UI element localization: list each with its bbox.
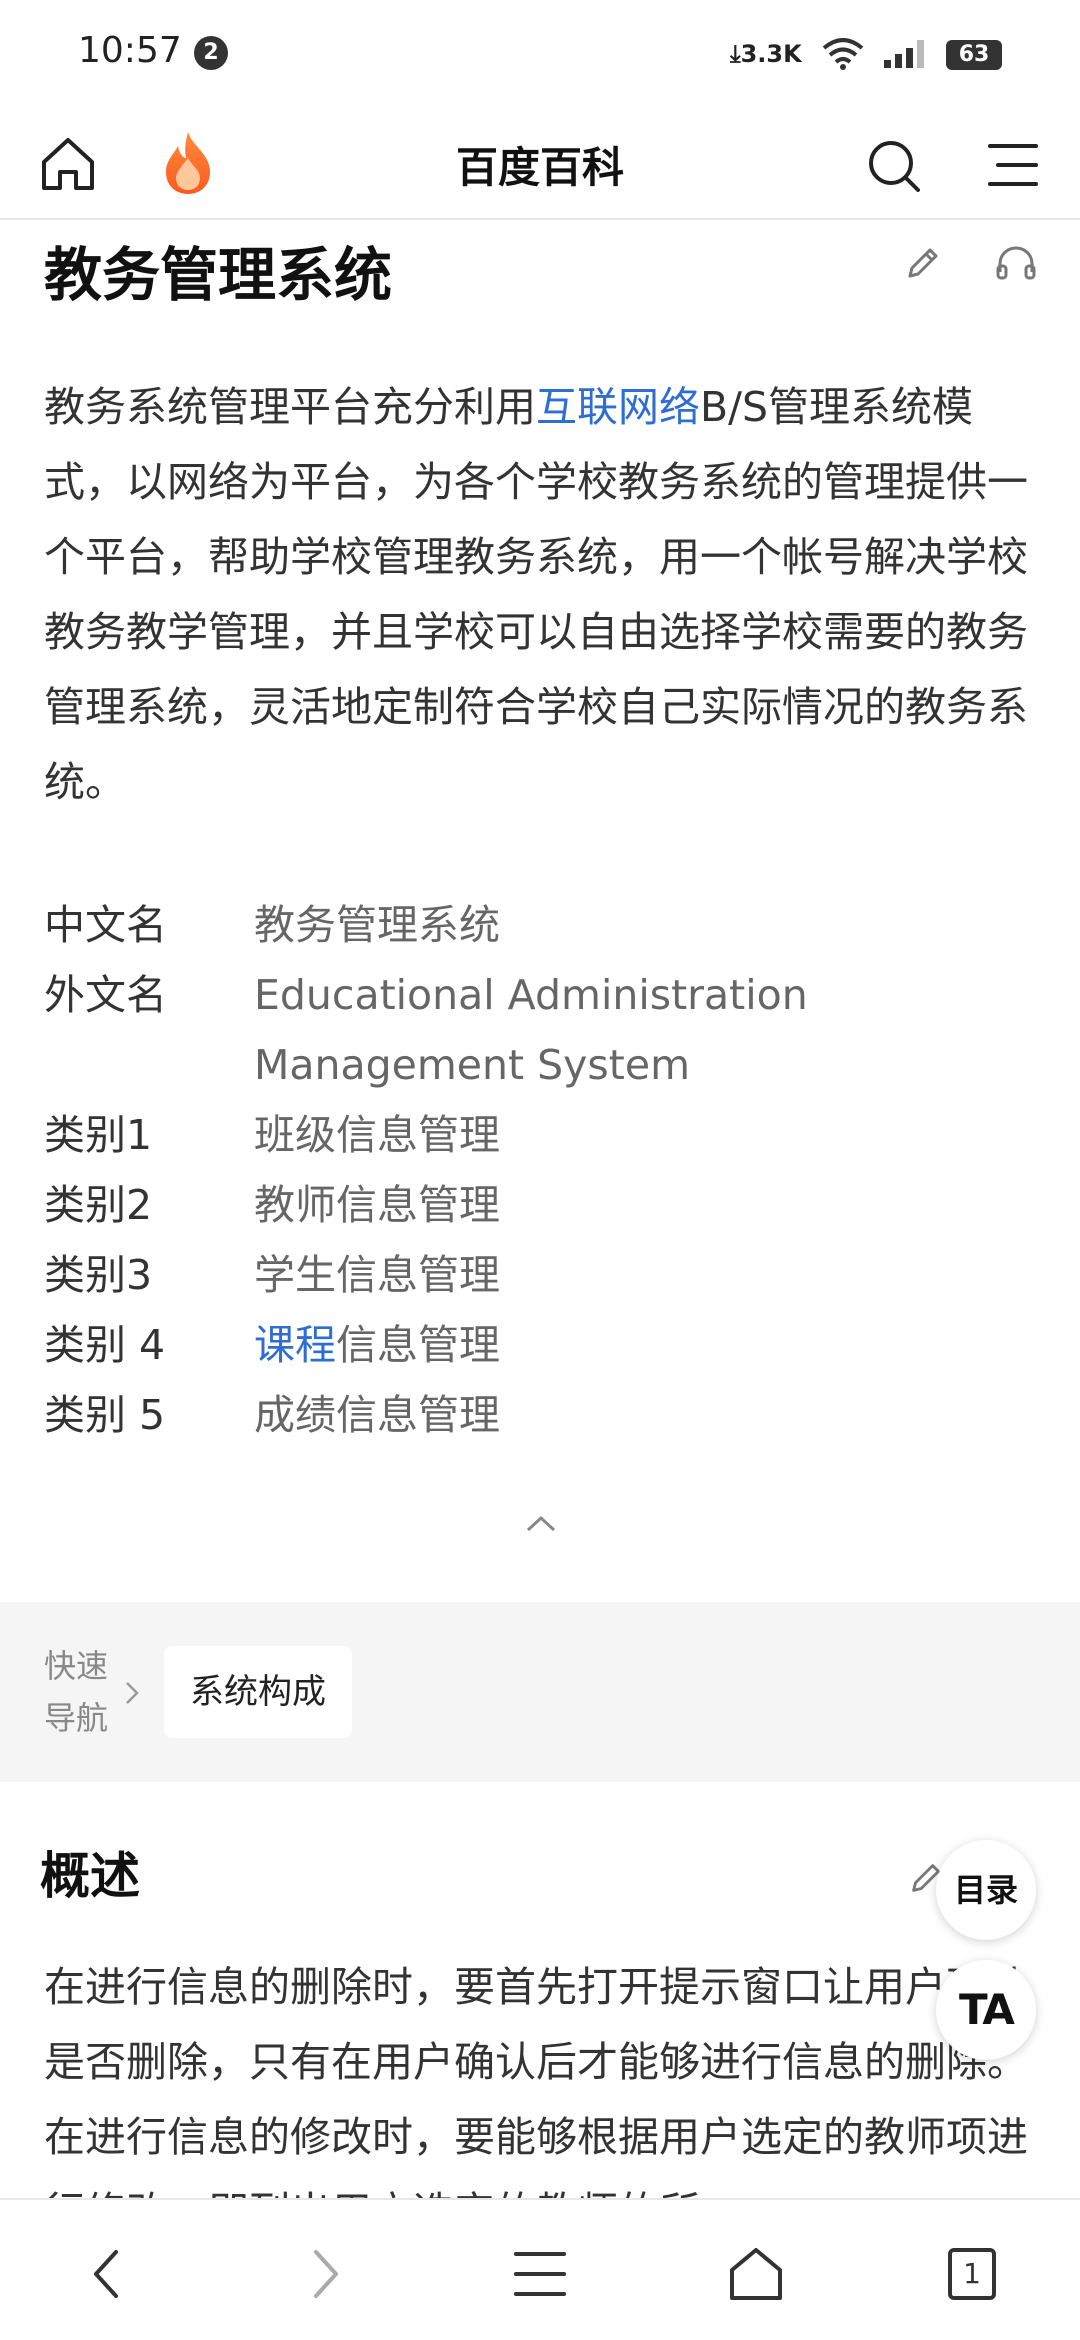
status-time: 10:57 [78, 30, 182, 71]
info-key: 中文名 [44, 901, 167, 949]
status-bar: 10:57 2 ⤓3.3K 63 [0, 0, 1080, 110]
battery-indicator: 63 [946, 40, 1002, 70]
infobox: 中文名 教务管理系统 外文名 Educational Administratio… [44, 890, 1040, 1450]
info-key: 类别3 [44, 1251, 153, 1299]
home-icon[interactable] [726, 2244, 786, 2304]
info-key: 类别 4 [44, 1321, 166, 1369]
info-row: 类别 4 课程信息管理 [44, 1310, 1040, 1380]
bottom-nav: 1 [0, 2198, 1080, 2340]
notification-badge: 2 [194, 36, 228, 70]
edit-icon[interactable] [902, 242, 944, 284]
toc-button[interactable]: 目录 [936, 1840, 1036, 1940]
chevron-right-icon [126, 1682, 139, 1704]
menu-icon[interactable] [984, 140, 1040, 190]
info-key: 外文名 [44, 971, 167, 1019]
intro-paragraph: 教务系统管理平台充分利用互联网络B/S管理系统模式，以网络为平台，为各个学校教务… [44, 370, 1040, 820]
menu-list-icon[interactable] [510, 2244, 570, 2304]
intro-link[interactable]: 互联网络 [536, 383, 700, 431]
intro-text: 教务系统管理平台充分利用 [44, 383, 536, 431]
signal-icon [884, 40, 924, 68]
info-key: 类别 5 [44, 1391, 166, 1439]
wifi-icon [822, 38, 864, 70]
tabs-button[interactable]: 1 [942, 2244, 1002, 2304]
back-arrow-icon[interactable] [76, 2244, 136, 2304]
info-value: 教务管理系统 [254, 901, 500, 949]
info-row: 外文名 Educational Administration Managemen… [44, 960, 1040, 1100]
forward-arrow-icon[interactable] [296, 2244, 356, 2304]
info-row: 中文名 教务管理系统 [44, 890, 1040, 960]
info-row: 类别 5 成绩信息管理 [44, 1380, 1040, 1450]
info-row: 类别2 教师信息管理 [44, 1170, 1040, 1240]
collapse-chevron-up-icon[interactable] [524, 1512, 558, 1534]
intro-text-rest: B/S管理系统模式，以网络为平台，为各个学校教务系统的管理提供一个平台，帮助学校… [44, 383, 1028, 806]
quick-nav-chip[interactable]: 系统构成 [164, 1646, 352, 1738]
article-title: 教务管理系统 [44, 241, 393, 309]
network-speed: ⤓3.3K [730, 40, 802, 68]
info-key: 类别1 [44, 1111, 153, 1159]
ta-button[interactable]: TA [936, 1960, 1036, 2060]
quick-nav: 快速导航 系统构成 [0, 1602, 1080, 1782]
info-value: 教师信息管理 [254, 1181, 500, 1229]
info-value: 课程信息管理 [254, 1310, 1040, 1380]
info-value-text: 信息管理 [336, 1321, 500, 1369]
info-value: Educational Administration Management Sy… [254, 971, 808, 1089]
info-value-link[interactable]: 课程 [254, 1321, 336, 1369]
info-row: 类别1 班级信息管理 [44, 1100, 1040, 1170]
info-row: 类别3 学生信息管理 [44, 1240, 1040, 1310]
info-key: 类别2 [44, 1181, 153, 1229]
section-title: 概述 [40, 1847, 140, 1905]
section-body: 在进行信息的删除时，要首先打开提示窗口让用户确认是否删除，只有在用户确认后才能够… [44, 1963, 1028, 2200]
headphones-icon[interactable] [994, 242, 1038, 284]
info-value: 班级信息管理 [254, 1111, 500, 1159]
info-value: 成绩信息管理 [254, 1391, 500, 1439]
search-icon[interactable] [864, 136, 924, 196]
info-value: 学生信息管理 [254, 1251, 500, 1299]
top-nav: 百度百科 [0, 110, 1080, 220]
quick-nav-label: 快速导航 [44, 1647, 109, 1737]
tab-count: 1 [963, 2257, 981, 2290]
